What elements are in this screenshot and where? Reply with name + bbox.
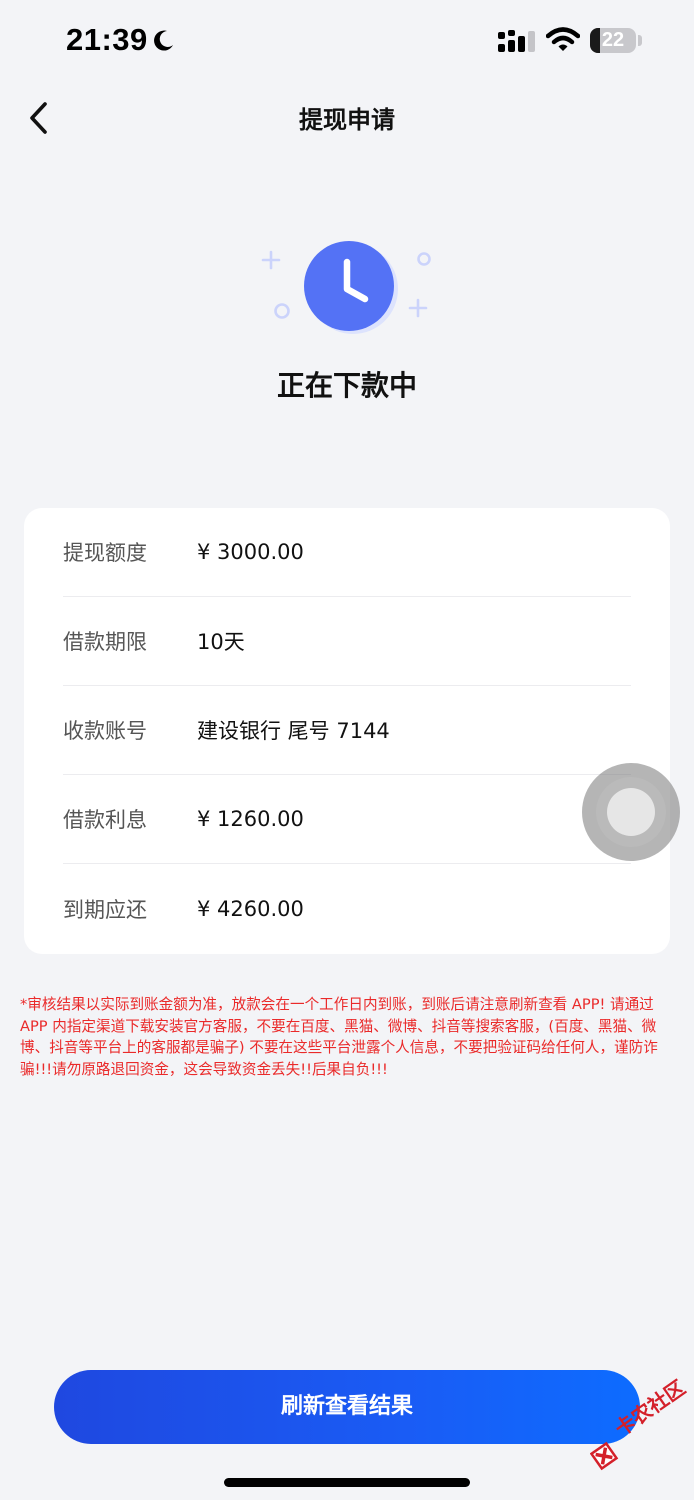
info-value: 建设银行 尾号 7144	[197, 719, 390, 743]
assistive-touch-button[interactable]	[582, 763, 680, 861]
info-label: 借款利息	[63, 808, 147, 832]
info-row-amount: 提现额度 ¥ 3000.00	[63, 508, 631, 597]
info-label: 收款账号	[63, 719, 147, 743]
refresh-result-button[interactable]: 刷新查看结果	[54, 1370, 640, 1444]
info-label: 提现额度	[63, 541, 147, 565]
info-row-account: 收款账号 建设银行 尾号 7144	[63, 686, 631, 775]
status-text: 正在下款中	[276, 369, 417, 402]
sparkle-circle-icon	[274, 303, 290, 319]
page-title: 提现申请	[299, 106, 395, 134]
signal-icon	[498, 30, 535, 52]
info-label: 到期应还	[63, 897, 147, 922]
info-value: 10天	[197, 630, 245, 654]
battery-cap	[638, 35, 642, 46]
clock-illustration	[261, 241, 431, 334]
info-row-term: 借款期限 10天	[63, 597, 631, 686]
moon-icon	[154, 30, 173, 51]
battery-level: 22	[601, 29, 625, 51]
info-card: 提现额度 ¥ 3000.00 借款期限 10天 收款账号 建设银行 尾号 714…	[24, 508, 670, 954]
info-label: 借款期限	[63, 630, 147, 654]
status-time: 21:39	[66, 22, 148, 57]
info-value: ¥ 3000.00	[197, 540, 304, 564]
sparkle-circle-icon	[417, 252, 431, 266]
info-value: ¥ 4260.00	[197, 896, 304, 921]
home-indicator	[224, 1478, 470, 1487]
assistive-touch-core	[607, 788, 655, 836]
battery-icon: 22	[590, 28, 636, 53]
status-bar: 21:39 22	[0, 0, 694, 84]
wifi-icon	[546, 27, 580, 51]
warning-notice: *审核结果以实际到账金额为准，放款会在一个工作日内到账，到账后请注意刷新查看 A…	[20, 996, 658, 1078]
info-row-interest: 借款利息 ¥ 1260.00	[63, 775, 631, 864]
info-value: ¥ 1260.00	[197, 807, 304, 831]
info-row-due: 到期应还 ¥ 4260.00	[63, 864, 631, 953]
